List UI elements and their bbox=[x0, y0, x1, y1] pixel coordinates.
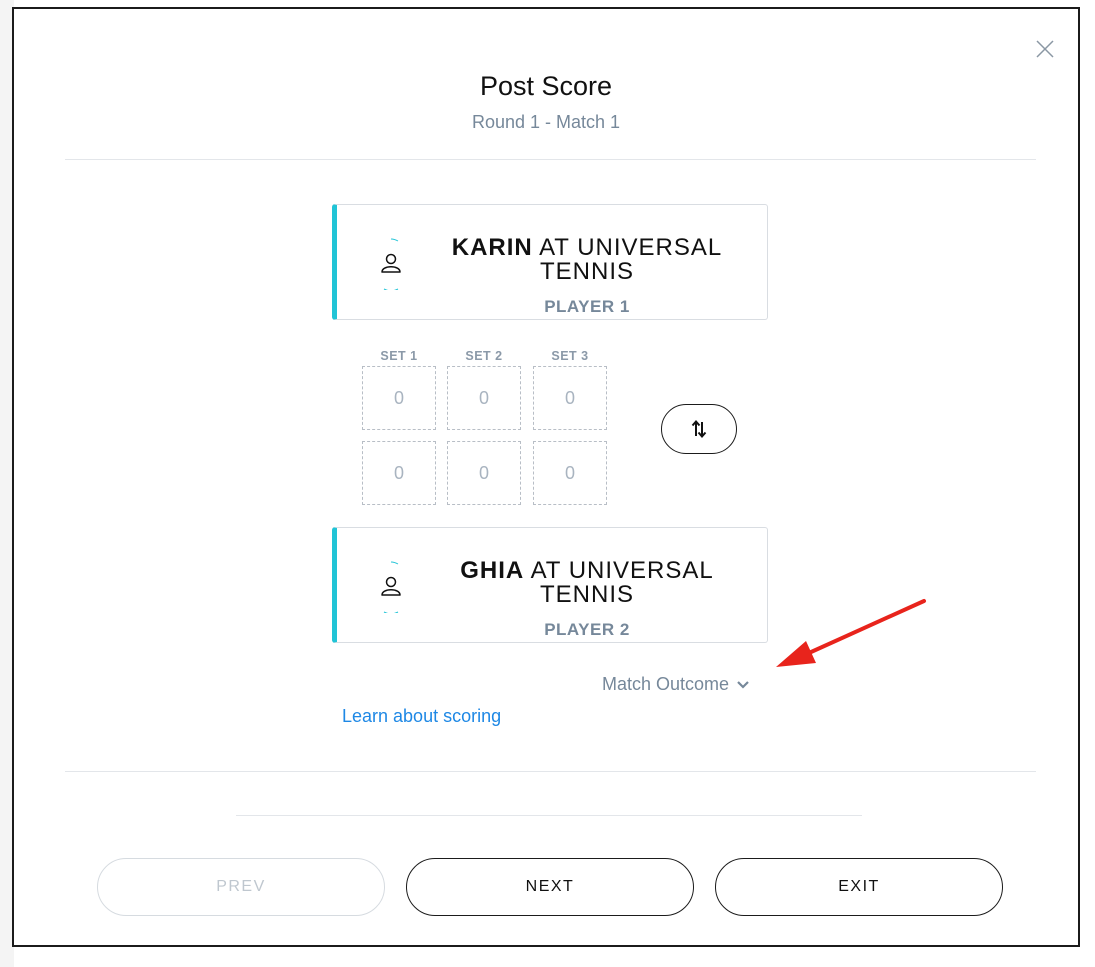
player-2-set-3-input[interactable]: 0 bbox=[533, 441, 607, 505]
player-2-name: GHIA AT UNIVERSAL TENNIS bbox=[427, 559, 747, 607]
swap-vertical-icon bbox=[691, 419, 707, 439]
match-outcome-dropdown[interactable]: Match Outcome bbox=[602, 674, 750, 695]
player-2-set-2-input[interactable]: 0 bbox=[447, 441, 521, 505]
swap-players-button[interactable] bbox=[661, 404, 737, 454]
player-1-set-3-input[interactable]: 0 bbox=[533, 366, 607, 430]
player-1-first-name: KARIN bbox=[451, 234, 533, 261]
learn-about-scoring-link[interactable]: Learn about scoring bbox=[342, 706, 501, 727]
close-icon[interactable] bbox=[1034, 38, 1056, 60]
player-1-rest-name: AT UNIVERSAL TENNIS bbox=[532, 234, 723, 285]
player-1-set-2-input[interactable]: 0 bbox=[447, 366, 521, 430]
set-2-label: SET 2 bbox=[465, 349, 503, 363]
exit-button[interactable]: EXIT bbox=[715, 858, 1003, 916]
player-1-set-1-input[interactable]: 0 bbox=[362, 366, 436, 430]
next-button[interactable]: NEXT bbox=[406, 858, 694, 916]
user-icon bbox=[381, 238, 401, 290]
player-1-card: KARIN AT UNIVERSAL TENNIS PLAYER 1 bbox=[332, 204, 768, 320]
chevron-down-icon bbox=[737, 680, 749, 689]
match-outcome-label: Match Outcome bbox=[602, 674, 730, 694]
header-divider bbox=[65, 159, 1036, 160]
prev-button[interactable]: PREV bbox=[97, 858, 385, 916]
footer-subdivider bbox=[236, 815, 862, 816]
post-score-modal: Post Score Round 1 - Match 1 KARIN AT UN… bbox=[12, 7, 1080, 947]
player-2-set-1-input[interactable]: 0 bbox=[362, 441, 436, 505]
set-1-label: SET 1 bbox=[380, 349, 418, 363]
player-2-role: PLAYER 2 bbox=[544, 620, 630, 639]
modal-subtitle: Round 1 - Match 1 bbox=[471, 112, 621, 132]
player-1-role: PLAYER 1 bbox=[544, 297, 630, 316]
player-2-rest-name: AT UNIVERSAL TENNIS bbox=[524, 557, 714, 608]
player-1-name: KARIN AT UNIVERSAL TENNIS bbox=[427, 236, 747, 284]
player-2-card: GHIA AT UNIVERSAL TENNIS PLAYER 2 bbox=[332, 527, 768, 643]
player-2-first-name: GHIA bbox=[460, 557, 525, 584]
set-3-label: SET 3 bbox=[551, 349, 589, 363]
user-icon bbox=[381, 561, 401, 613]
modal-title: Post Score bbox=[479, 71, 613, 101]
footer-divider bbox=[65, 771, 1036, 772]
